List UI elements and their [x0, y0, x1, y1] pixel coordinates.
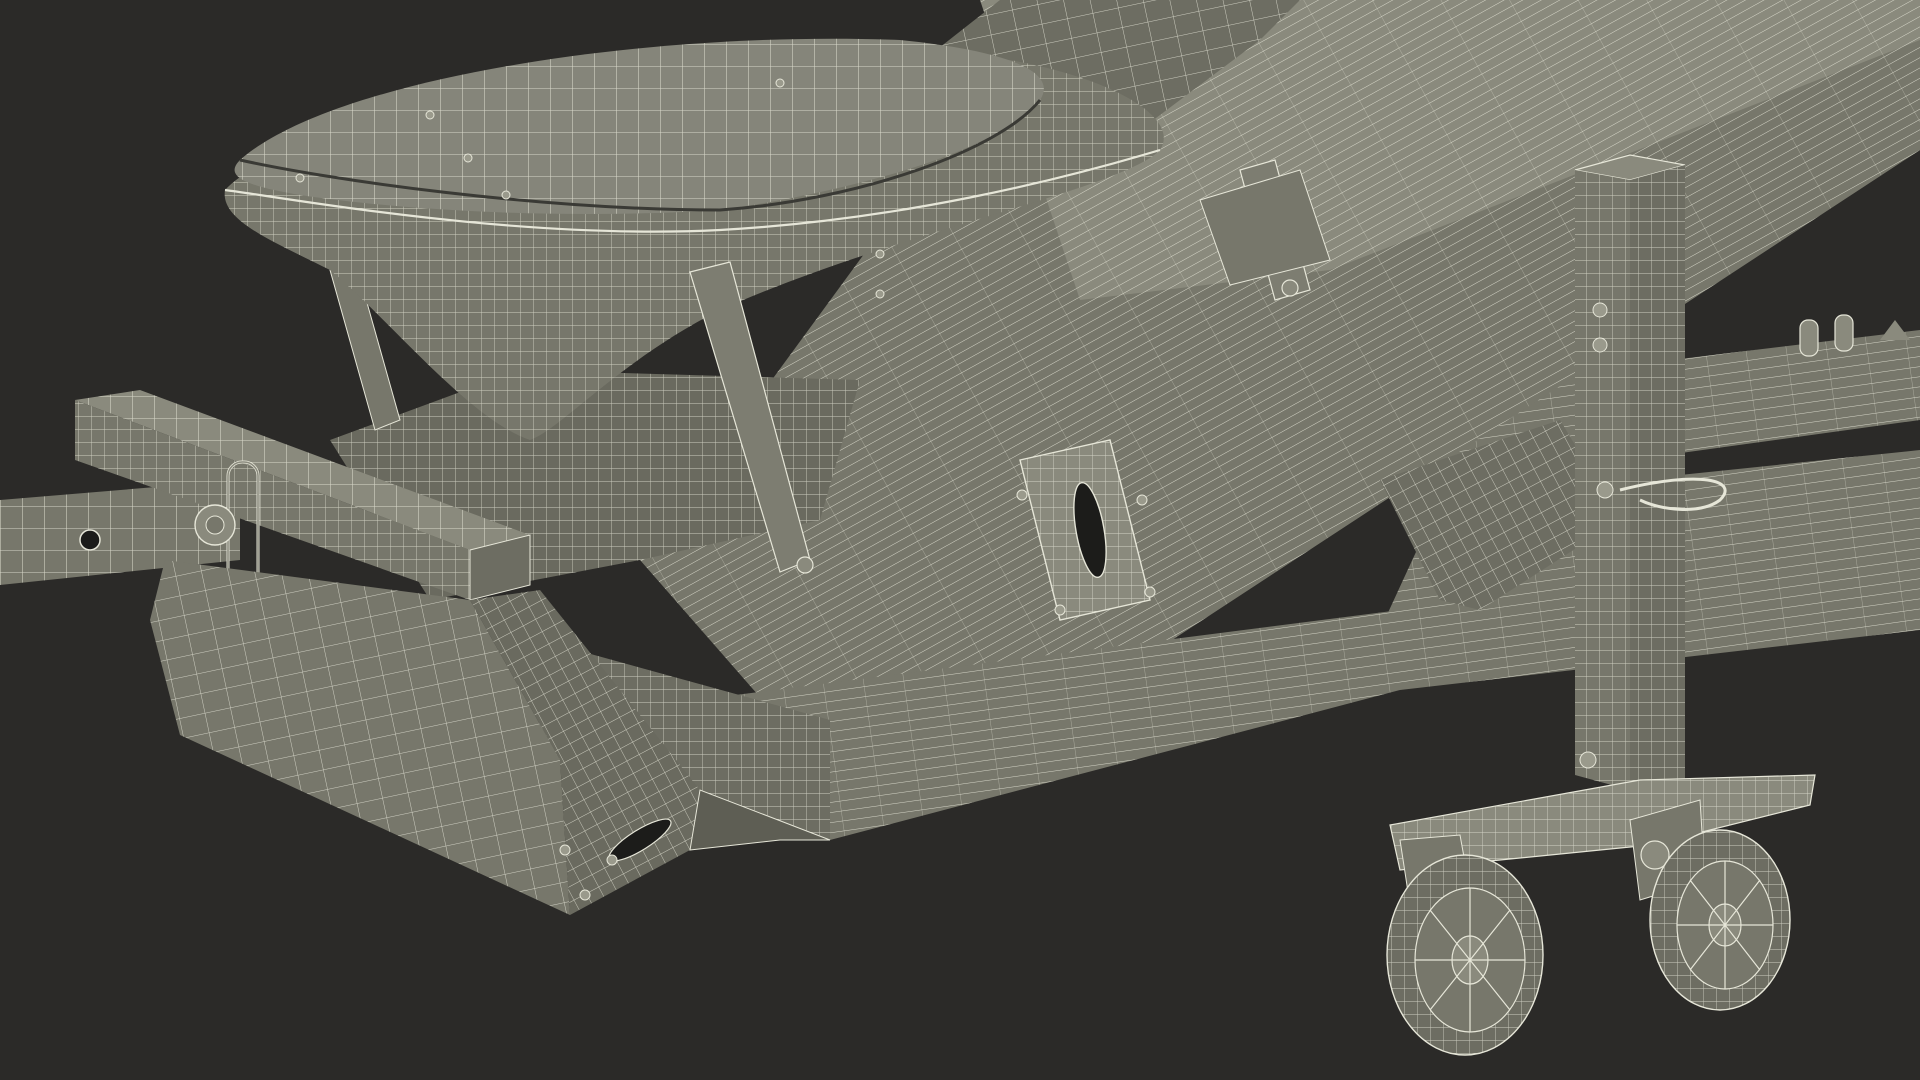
wireframe-render	[0, 0, 1920, 1080]
caster-wheel-left	[1386, 854, 1544, 1056]
caster-wheel-right	[1649, 829, 1791, 1011]
